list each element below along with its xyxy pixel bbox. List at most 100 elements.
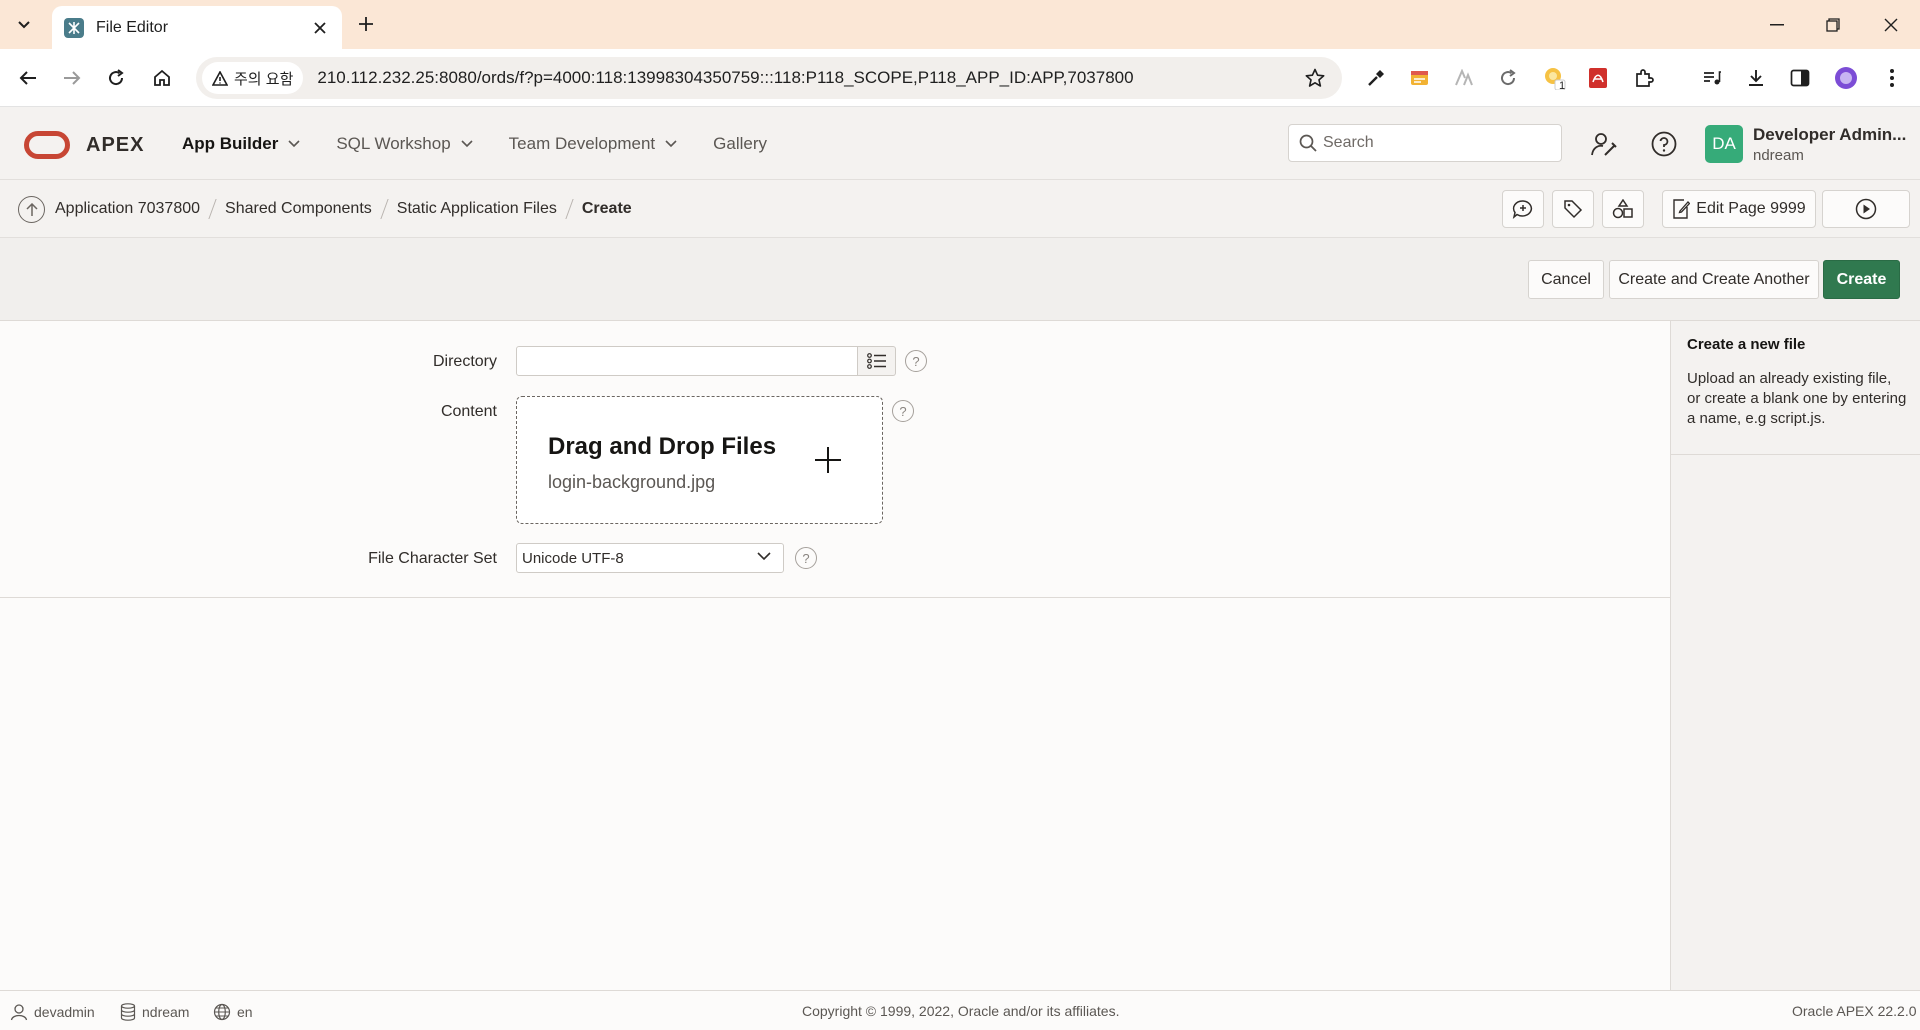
chevron-down-icon xyxy=(461,139,473,147)
breadcrumb-application[interactable]: Application 7037800 xyxy=(55,200,200,218)
side-panel-icon[interactable] xyxy=(1784,62,1816,94)
shapes-icon xyxy=(1612,199,1633,219)
oracle-logo[interactable] xyxy=(24,131,70,159)
help-icon[interactable] xyxy=(1646,126,1682,162)
notes-extension-icon[interactable] xyxy=(1404,62,1436,94)
list-icon xyxy=(866,353,886,369)
pdf-extension-icon[interactable] xyxy=(1582,62,1614,94)
tab-list-icon[interactable] xyxy=(10,12,38,38)
breadcrumb-separator xyxy=(208,199,217,219)
cancel-button[interactable]: Cancel xyxy=(1528,260,1604,299)
coin-extension-icon[interactable]: 1 xyxy=(1538,62,1570,94)
edit-page-button[interactable]: Edit Page 9999 xyxy=(1662,190,1816,228)
footer-workspace-name: ndream xyxy=(142,1004,190,1020)
restore-icon[interactable] xyxy=(1810,10,1856,40)
browser-tab-active[interactable]: File Editor xyxy=(52,6,342,49)
plus-icon[interactable] xyxy=(813,445,843,475)
administration-icon[interactable] xyxy=(1586,126,1622,162)
apex-product-name[interactable]: APEX xyxy=(86,134,144,157)
breadcrumb-separator xyxy=(565,199,574,219)
help-panel: Create a new file Upload an already exis… xyxy=(1670,321,1920,990)
nav-sql-workshop[interactable]: SQL Workshop xyxy=(324,107,484,180)
nav-gallery[interactable]: Gallery xyxy=(701,107,779,180)
security-warning-chip[interactable]: 주의 요함 xyxy=(202,62,304,94)
browser-menu-icon[interactable] xyxy=(1876,62,1908,94)
directory-help-icon[interactable]: ? xyxy=(905,350,927,372)
home-icon[interactable] xyxy=(146,62,178,94)
file-dropzone[interactable]: Drag and Drop Files login-background.jpg xyxy=(516,396,883,524)
help-panel-divider xyxy=(1671,454,1920,455)
avatar[interactable]: DA xyxy=(1705,125,1743,163)
new-tab-icon[interactable] xyxy=(354,12,378,36)
footer-language[interactable]: en xyxy=(213,1003,253,1021)
nav-app-builder[interactable]: App Builder xyxy=(170,107,312,180)
play-icon xyxy=(1855,198,1877,220)
extensions-puzzle-icon[interactable] xyxy=(1628,62,1660,94)
page-footer: devadmin ndream en Copyright © 1999, 202… xyxy=(0,990,1920,1030)
apex-search-box[interactable] xyxy=(1288,124,1562,162)
search-icon xyxy=(1299,134,1317,152)
tag-icon xyxy=(1564,200,1583,219)
warning-icon xyxy=(212,70,228,86)
security-label: 주의 요함 xyxy=(234,70,294,88)
browser-toolbar: 주의 요함 210.112.232.25:8080/ords/f?p=4000:… xyxy=(0,49,1920,107)
shared-components-button[interactable] xyxy=(1602,190,1644,228)
close-tab-icon[interactable] xyxy=(310,18,330,38)
content-help-icon[interactable]: ? xyxy=(892,400,914,422)
dropzone-file-name: login-background.jpg xyxy=(548,472,716,492)
charset-label: File Character Set xyxy=(368,550,497,567)
eyedropper-extension-icon[interactable] xyxy=(1360,62,1392,94)
globe-icon xyxy=(213,1003,231,1021)
breadcrumb: Application 7037800 Shared Components St… xyxy=(55,180,632,238)
back-icon[interactable] xyxy=(12,62,44,94)
user-workspace: ndream xyxy=(1753,147,1804,164)
breadcrumb-separator xyxy=(380,199,389,219)
url-text[interactable]: 210.112.232.25:8080/ords/f?p=4000:118:13… xyxy=(317,68,1300,88)
directory-label: Directory xyxy=(432,353,497,370)
edit-page-icon xyxy=(1673,199,1691,219)
refresh-extension-icon[interactable] xyxy=(1492,62,1524,94)
reload-icon[interactable] xyxy=(100,62,132,94)
breadcrumb-shared-components[interactable]: Shared Components xyxy=(225,200,372,218)
apex-header: APEX App Builder SQL Workshop Team Devel… xyxy=(0,107,1920,180)
user-name[interactable]: Developer Admin... xyxy=(1753,125,1913,145)
profile-icon[interactable] xyxy=(1830,62,1862,94)
footer-user-name: devadmin xyxy=(34,1004,95,1020)
directory-picker-button[interactable] xyxy=(858,346,896,376)
create-and-create-another-button[interactable]: Create and Create Another xyxy=(1609,260,1819,299)
create-file-form: Directory ? Content Drag and Drop Files … xyxy=(0,321,1670,598)
user-icon xyxy=(10,1004,28,1021)
breadcrumb-static-files[interactable]: Static Application Files xyxy=(397,200,557,218)
run-page-button[interactable] xyxy=(1822,190,1910,228)
address-bar[interactable]: 주의 요함 210.112.232.25:8080/ords/f?p=4000:… xyxy=(196,57,1342,99)
breadcrumb-bar: Application 7037800 Shared Components St… xyxy=(0,180,1920,238)
minimize-icon[interactable] xyxy=(1754,10,1800,40)
chevron-down-icon xyxy=(665,139,677,147)
media-control-icon[interactable] xyxy=(1696,62,1728,94)
chevron-down-icon xyxy=(288,139,300,147)
arrow-up-icon[interactable] xyxy=(18,196,45,223)
footer-workspace: ndream xyxy=(120,1003,189,1021)
comment-plus-icon xyxy=(1512,200,1533,219)
help-panel-text: Upload an already existing file, or crea… xyxy=(1687,370,1907,427)
tag-button[interactable] xyxy=(1552,190,1594,228)
close-window-icon[interactable] xyxy=(1868,10,1914,40)
grey-extension-icon[interactable] xyxy=(1448,62,1480,94)
search-input[interactable] xyxy=(1323,134,1543,152)
feedback-button[interactable] xyxy=(1502,190,1544,228)
create-button[interactable]: Create xyxy=(1823,260,1900,299)
bookmark-star-icon[interactable] xyxy=(1300,63,1330,93)
main-nav: App Builder SQL Workshop Team Developmen… xyxy=(170,107,791,180)
footer-copyright: Copyright © 1999, 2022, Oracle and/or it… xyxy=(802,1003,1120,1019)
nav-team-development[interactable]: Team Development xyxy=(497,107,689,180)
footer-language-code: en xyxy=(237,1004,253,1020)
chevron-down-icon xyxy=(757,552,771,561)
nav-label: App Builder xyxy=(182,133,279,153)
forward-icon[interactable] xyxy=(56,62,88,94)
download-icon[interactable] xyxy=(1740,62,1772,94)
directory-input[interactable] xyxy=(516,346,858,376)
charset-help-icon[interactable]: ? xyxy=(795,547,817,569)
charset-select[interactable]: Unicode UTF-8 xyxy=(516,543,784,573)
extension-badge: 1 xyxy=(1559,80,1566,92)
footer-version: Oracle APEX 22.2.0 xyxy=(1792,1003,1917,1019)
